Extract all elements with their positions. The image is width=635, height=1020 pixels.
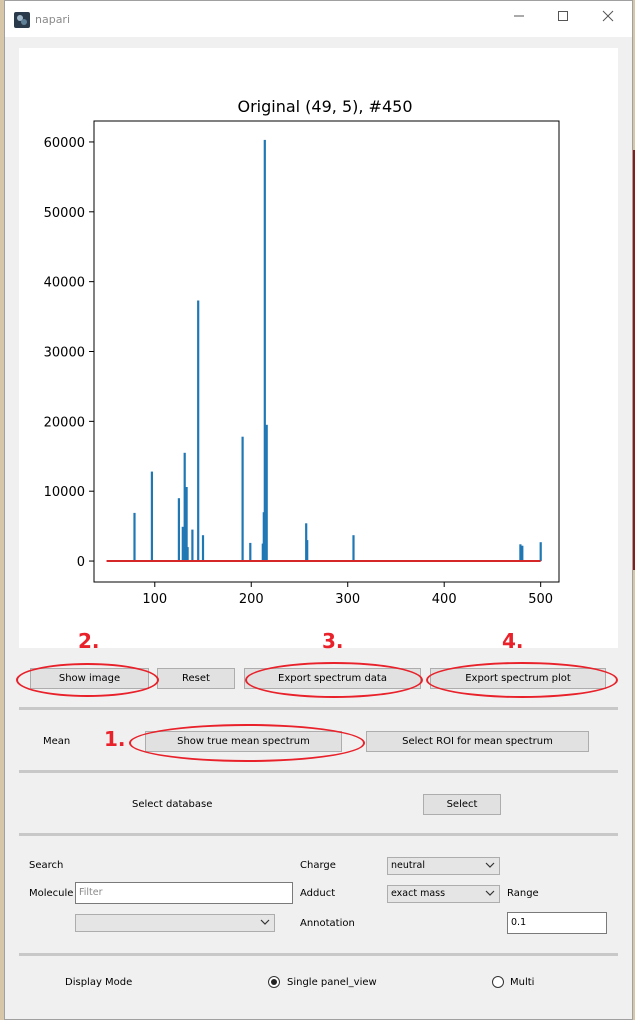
reset-button[interactable]: Reset: [157, 668, 235, 689]
annotation-ellipse-show-true-mean: [129, 724, 365, 762]
adduct-label: Adduct: [300, 888, 336, 899]
molecule-filter-placeholder: Filter: [79, 887, 103, 898]
spectrum-peak-bar: [519, 544, 522, 562]
annotation-select-combo[interactable]: [75, 914, 275, 932]
chevron-down-icon: [485, 862, 495, 868]
maximize-icon: [558, 11, 568, 21]
napari-window: napari Original (49, 5), #450 100 200 300 4…: [4, 0, 633, 1020]
spectrum-peak-bar: [150, 471, 153, 561]
spectrum-peak-bar: [539, 542, 542, 562]
spectrum-peak-bar: [181, 526, 184, 561]
charge-select[interactable]: neutral: [387, 857, 500, 875]
y-tick-label: 40000: [44, 276, 85, 291]
annotation-number-3: 3.: [322, 629, 344, 653]
charge-label: Charge: [300, 860, 336, 871]
select-roi-mean-spectrum-button[interactable]: Select ROI for mean spectrum: [366, 731, 589, 752]
napari-logo-icon: [14, 12, 30, 28]
y-tick-label: 50000: [44, 206, 85, 221]
annotation-ellipse-show-image: [16, 663, 159, 697]
plot-frame: [93, 120, 560, 583]
annotation-number-4: 4.: [502, 629, 524, 653]
spectrum-chart: Original (49, 5), #450 100 200 300 400 500 0 1…: [44, 97, 560, 607]
range-label: Range: [507, 888, 539, 899]
molecule-label: Molecule: [29, 888, 74, 899]
spectrum-peak-bar: [186, 547, 189, 562]
title-bar[interactable]: napari: [5, 1, 632, 37]
spectrum-peak-bar: [352, 535, 355, 561]
charge-value: neutral: [391, 860, 425, 871]
minimize-button[interactable]: [508, 9, 530, 29]
range-value: 0.1: [511, 917, 527, 928]
chart-title: Original (49, 5), #450: [237, 97, 412, 116]
range-input[interactable]: 0.1: [507, 912, 607, 934]
y-tick-label: 0: [77, 555, 85, 570]
y-tick-label: 20000: [44, 415, 85, 430]
spectrum-peak-bar: [177, 498, 180, 562]
x-tick-label: 200: [239, 592, 264, 607]
adduct-select[interactable]: exact mass: [387, 885, 500, 903]
radio-selected-dot: [271, 979, 277, 985]
single-panel-radio[interactable]: [268, 976, 280, 988]
x-tick-label: 300: [335, 592, 360, 607]
select-database-label: Select database: [132, 799, 213, 810]
annotation-ellipse-export-data: [245, 662, 423, 698]
y-tick-label: 60000: [44, 136, 85, 151]
maximize-button[interactable]: [552, 9, 574, 29]
spectrum-peak-bar: [249, 542, 252, 562]
window-title: napari: [35, 13, 71, 26]
spectrum-peak-bar: [201, 535, 205, 561]
single-panel-label: Single panel_view: [287, 977, 377, 988]
close-icon: [602, 10, 614, 22]
spectrum-peak-bar: [265, 424, 268, 561]
close-button[interactable]: [597, 9, 619, 29]
molecule-filter-input[interactable]: Filter: [75, 882, 293, 904]
multi-radio[interactable]: [492, 976, 504, 988]
annotation-number-2: 2.: [78, 629, 100, 653]
spectrum-peak-bar: [197, 300, 200, 561]
x-tick-label: 100: [142, 592, 167, 607]
annotation-number-1: 1.: [104, 727, 126, 751]
y-tick-label: 10000: [44, 485, 85, 500]
annotation-label: Annotation: [300, 918, 355, 929]
spectrum-peak-bar: [306, 540, 309, 562]
spectrum-peak-bar: [191, 529, 194, 561]
x-tick-label: 500: [528, 592, 553, 607]
spectrum-peak-bar: [133, 512, 136, 562]
multi-label: Multi: [510, 977, 535, 988]
mean-label: Mean: [43, 736, 71, 747]
search-label: Search: [29, 860, 64, 871]
spectrum-peak-bar: [521, 545, 524, 562]
chevron-down-icon: [485, 890, 495, 896]
separator: [19, 953, 618, 956]
separator: [19, 833, 618, 836]
minimize-icon: [514, 15, 524, 17]
spectrum-plot-canvas[interactable]: Original (49, 5), #450 100 200 300 400 500 0 1…: [19, 48, 618, 648]
spectrum-peak-bar: [241, 436, 244, 561]
select-database-button[interactable]: Select: [423, 794, 501, 815]
adduct-value: exact mass: [391, 888, 446, 899]
display-mode-label: Display Mode: [65, 977, 133, 988]
separator: [19, 770, 618, 773]
spectrum-peak-bar: [183, 452, 186, 562]
y-tick-label: 30000: [44, 346, 85, 361]
x-tick-label: 400: [432, 592, 457, 607]
annotation-ellipse-export-plot: [426, 662, 618, 698]
separator: [19, 707, 618, 710]
spectrum-peak-bar: [263, 139, 266, 562]
chevron-down-icon: [260, 919, 270, 925]
